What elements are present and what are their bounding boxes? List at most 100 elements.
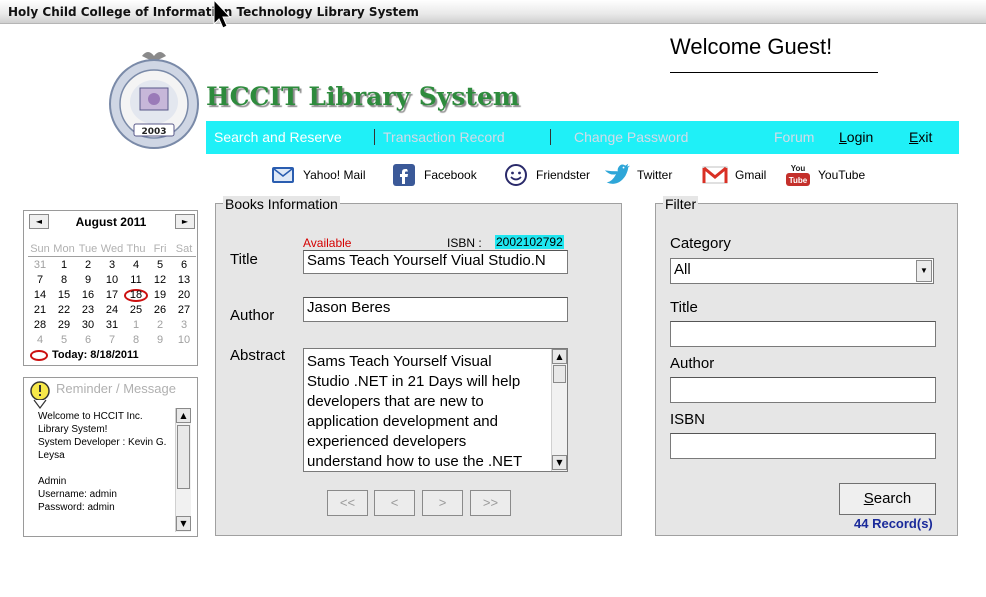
scroll-thumb[interactable]	[553, 365, 566, 383]
calendar-day[interactable]: 11	[124, 274, 148, 287]
calendar-next-button[interactable]: ►	[175, 214, 195, 229]
calendar-day[interactable]: 23	[76, 304, 100, 317]
calendar-day[interactable]: 28	[28, 319, 52, 332]
calendar-day[interactable]: 6	[172, 259, 196, 272]
last-record-button[interactable]: >>	[470, 490, 511, 516]
calendar-day[interactable]: 8	[52, 274, 76, 287]
calendar-day[interactable]: 14	[28, 289, 52, 302]
calendar-day-today[interactable]: 18	[124, 289, 148, 302]
social-link-twitter[interactable]: Twitter	[603, 160, 672, 190]
social-link-friendster[interactable]: Friendster	[502, 160, 590, 190]
calendar-day[interactable]: 27	[172, 304, 196, 317]
calendar-day[interactable]: 10	[172, 334, 196, 347]
author-label: Author	[230, 307, 275, 324]
twitter-icon	[603, 162, 631, 188]
calendar-day[interactable]: 21	[28, 304, 52, 317]
category-select[interactable]: All ▼	[670, 258, 934, 284]
calendar-day[interactable]: 7	[28, 274, 52, 287]
record-count: 44 Record(s)	[854, 516, 933, 531]
nav-search-and-reserve[interactable]: Search and Reserve	[214, 129, 342, 145]
welcome-text: Welcome Guest!	[670, 34, 833, 59]
weekday-label: Tue	[78, 243, 98, 255]
filter-isbn-input[interactable]	[670, 433, 936, 459]
weekday-label: Sun	[30, 243, 50, 255]
book-abstract-text: Sams Teach Yourself Visual Studio .NET i…	[307, 353, 523, 470]
calendar-day[interactable]: 4	[28, 334, 52, 347]
calendar-prev-button[interactable]: ◄	[29, 214, 49, 229]
reminder-scrollbar[interactable]: ▲ ▼	[175, 408, 191, 532]
books-information-panel: Books Information Available ISBN : 20021…	[215, 196, 622, 536]
scroll-down-icon[interactable]: ▼	[552, 455, 567, 470]
calendar-day[interactable]: 24	[100, 304, 124, 317]
filter-author-input[interactable]	[670, 377, 936, 403]
calendar-month-title[interactable]: August 2011	[52, 215, 170, 229]
chevron-down-icon[interactable]: ▼	[916, 260, 932, 282]
calendar-day[interactable]: 19	[148, 289, 172, 302]
calendar-day[interactable]: 22	[52, 304, 76, 317]
social-link-youtube[interactable]: You Tube YouTube	[784, 160, 865, 190]
calendar-day[interactable]: 15	[52, 289, 76, 302]
calendar-today-link[interactable]: Today: 8/18/2011	[30, 349, 139, 361]
window-titlebar: Holy Child College of Information Techno…	[0, 0, 986, 24]
social-link-gmail[interactable]: Gmail	[701, 160, 766, 190]
social-link-facebook[interactable]: Facebook	[390, 160, 477, 190]
scroll-up-icon[interactable]: ▲	[176, 408, 191, 423]
first-record-button[interactable]: <<	[327, 490, 368, 516]
calendar-day[interactable]: 3	[172, 319, 196, 332]
search-button[interactable]: Search	[839, 483, 936, 515]
calendar-day[interactable]: 8	[124, 334, 148, 347]
book-abstract-field[interactable]: Sams Teach Yourself Visual Studio .NET i…	[303, 348, 568, 472]
calendar-day[interactable]: 17	[100, 289, 124, 302]
isbn-label: ISBN :	[447, 236, 482, 250]
nav-login-accesskey: L	[839, 129, 847, 145]
nav-transaction-record[interactable]: Transaction Record	[383, 129, 505, 145]
month-calendar[interactable]: ◄ August 2011 ► Sun Mon Tue Wed Thu Fri …	[23, 210, 198, 366]
calendar-day[interactable]: 6	[76, 334, 100, 347]
calendar-day[interactable]: 3	[100, 259, 124, 272]
next-record-button[interactable]: >	[422, 490, 463, 516]
calendar-day[interactable]: 31	[28, 259, 52, 272]
scroll-up-icon[interactable]: ▲	[552, 349, 567, 364]
nav-exit[interactable]: Exit	[909, 129, 932, 145]
reminder-message-box[interactable]: Welcome to HCCIT Inc. Library System! Sy…	[36, 408, 194, 532]
scroll-down-icon[interactable]: ▼	[176, 516, 191, 531]
nav-change-password[interactable]: Change Password	[574, 129, 688, 145]
calendar-day[interactable]: 29	[52, 319, 76, 332]
main-nav-bar: Search and Reserve Transaction Record Ch…	[206, 121, 959, 154]
scroll-thumb[interactable]	[177, 425, 190, 489]
reminder-title: Reminder / Message	[56, 381, 176, 396]
calendar-day[interactable]: 26	[148, 304, 172, 317]
nav-login[interactable]: Login	[839, 129, 873, 145]
calendar-day[interactable]: 16	[76, 289, 100, 302]
calendar-day[interactable]: 1	[124, 319, 148, 332]
calendar-day[interactable]: 10	[100, 274, 124, 287]
calendar-day[interactable]: 4	[124, 259, 148, 272]
calendar-day[interactable]: 7	[100, 334, 124, 347]
abstract-scrollbar[interactable]: ▲ ▼	[551, 349, 567, 471]
calendar-day[interactable]: 9	[76, 274, 100, 287]
filter-panel: Filter Category All ▼ Title Author ISBN …	[655, 196, 958, 536]
filter-title-input[interactable]	[670, 321, 936, 347]
calendar-day[interactable]: 20	[172, 289, 196, 302]
calendar-day[interactable]: 31	[100, 319, 124, 332]
calendar-day[interactable]: 25	[124, 304, 148, 317]
nav-forum[interactable]: Forum	[774, 129, 814, 145]
calendar-day[interactable]: 5	[52, 334, 76, 347]
nav-separator	[550, 129, 551, 145]
calendar-day[interactable]: 5	[148, 259, 172, 272]
calendar-day[interactable]: 12	[148, 274, 172, 287]
calendar-day[interactable]: 30	[76, 319, 100, 332]
calendar-day[interactable]: 2	[76, 259, 100, 272]
calendar-day[interactable]: 13	[172, 274, 196, 287]
category-label: Category	[670, 235, 731, 252]
book-title-field[interactable]: Sams Teach Yourself Viual Studio.N	[303, 250, 568, 274]
previous-record-button[interactable]: <	[374, 490, 415, 516]
social-label: Gmail	[735, 168, 767, 182]
app-name: HCCIT Library System	[206, 82, 520, 111]
weekday-label: Fri	[153, 243, 167, 255]
social-link-yahoo-mail[interactable]: Yahoo! Mail	[269, 160, 365, 190]
calendar-day[interactable]: 2	[148, 319, 172, 332]
book-author-field[interactable]: Jason Beres	[303, 297, 568, 322]
calendar-day[interactable]: 9	[148, 334, 172, 347]
calendar-day[interactable]: 1	[52, 259, 76, 272]
